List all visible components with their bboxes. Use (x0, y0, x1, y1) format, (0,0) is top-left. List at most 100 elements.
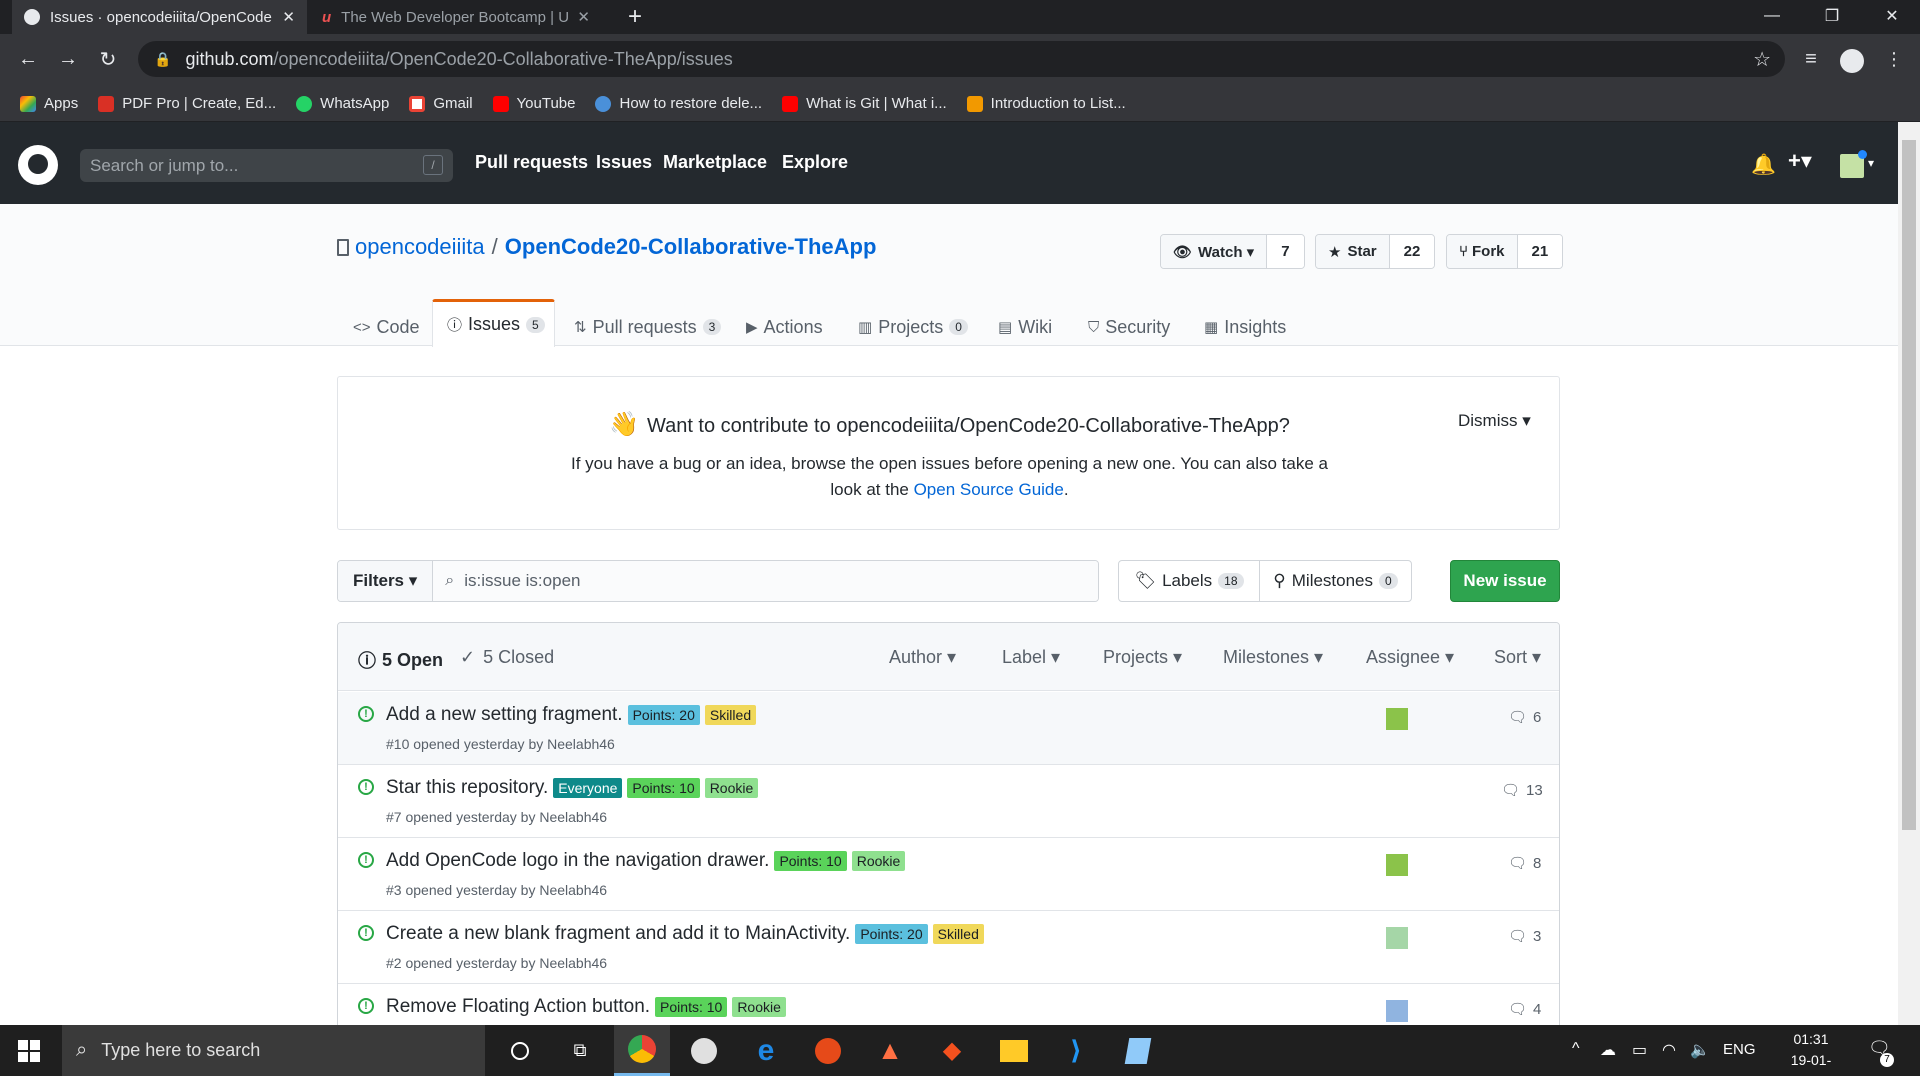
star-button[interactable]: ★ Star (1316, 235, 1390, 268)
bookmark-whatsapp[interactable]: WhatsApp (296, 95, 389, 112)
paint-icon[interactable] (676, 1025, 732, 1076)
tab-security[interactable]: ⛉ Security (1074, 308, 1184, 346)
issue-label[interactable]: Points: 20 (627, 705, 700, 725)
github-logo-icon[interactable] (18, 145, 58, 185)
create-new-button[interactable]: +▾ (1788, 148, 1812, 174)
issue-label[interactable]: Skilled (932, 924, 984, 944)
volume-icon[interactable]: 🔈 (1690, 1040, 1710, 1060)
watch-count[interactable]: 7 (1267, 235, 1304, 268)
assignee-avatar[interactable] (1386, 708, 1408, 730)
windows-start-icon[interactable] (18, 1040, 40, 1062)
tab-pull-requests[interactable]: ⇅ Pull requests 3 (560, 308, 735, 346)
tab-close-icon[interactable]: ✕ (577, 8, 590, 26)
tab-github-issues[interactable]: Issues · opencodeiiita/OpenCode ✕ (12, 0, 307, 34)
issue-title-link[interactable]: Create a new blank fragment and add it t… (386, 923, 850, 945)
nav-marketplace[interactable]: Marketplace (663, 152, 767, 173)
issue-label[interactable]: Rookie (704, 778, 759, 798)
repo-owner-link[interactable]: opencodeiiita (355, 234, 485, 260)
issue-title-link[interactable]: Star this repository. (386, 777, 548, 799)
issue-label[interactable]: Points: 20 (855, 924, 928, 944)
bookmark-pdf-pro[interactable]: PDF Pro | Create, Ed... (98, 95, 276, 112)
issue-label[interactable]: Skilled (704, 705, 757, 725)
star-count[interactable]: 22 (1389, 235, 1435, 268)
battery-icon[interactable]: ▭ (1632, 1040, 1647, 1060)
bookmark-star-icon[interactable]: ☆ (1753, 47, 1771, 72)
assignee-filter[interactable]: Assignee ▾ (1366, 647, 1454, 668)
bookmark-youtube[interactable]: YouTube (492, 95, 575, 112)
fork-count[interactable]: 21 (1517, 235, 1563, 268)
tab-wiki[interactable]: ▤ Wiki (984, 308, 1066, 346)
reading-list-icon[interactable]: ≡ (1795, 43, 1827, 75)
closed-issues-toggle[interactable]: ✓ 5 Closed (460, 647, 554, 668)
issue-label[interactable]: Everyone (553, 778, 623, 798)
new-tab-button[interactable]: + (620, 3, 650, 31)
fork-button[interactable]: ⑂ Fork (1447, 235, 1518, 268)
vscode-icon[interactable]: ⟩ (1048, 1025, 1104, 1076)
scrollbar-thumb[interactable] (1902, 140, 1916, 830)
forward-arrow-icon[interactable]: → (52, 43, 84, 75)
restore-button[interactable]: ❐ (1802, 0, 1862, 32)
file-explorer-icon[interactable] (986, 1025, 1042, 1076)
milestones-filter[interactable]: Milestones ▾ (1223, 647, 1323, 668)
issue-row[interactable]: ! Star this repository. Everyone Points: 1… (338, 765, 1559, 838)
projects-filter[interactable]: Projects ▾ (1103, 647, 1182, 668)
bookmark-gmail[interactable]: Gmail (409, 95, 473, 112)
chevron-up-icon[interactable]: ^ (1572, 1040, 1580, 1058)
notes-icon[interactable] (1110, 1025, 1166, 1076)
sort-filter[interactable]: Sort ▾ (1494, 647, 1541, 668)
wifi-icon[interactable]: ◠ (1662, 1040, 1676, 1060)
issue-row[interactable]: ! Add a new setting fragment. Points: 20 S… (338, 692, 1559, 765)
open-source-guide-link[interactable]: Open Source Guide (914, 480, 1064, 499)
assignee-avatar[interactable] (1386, 854, 1408, 876)
tab-issues[interactable]: ⓘ Issues 5 (432, 299, 555, 347)
edge-icon[interactable]: e (738, 1025, 794, 1076)
cortana-icon[interactable] (492, 1025, 548, 1076)
nav-issues[interactable]: Issues (596, 152, 652, 173)
reload-icon[interactable]: ↻ (92, 43, 124, 75)
comment-count[interactable]: 🗨 6 (1508, 708, 1541, 727)
matlab-icon[interactable]: ▲ (862, 1025, 918, 1076)
cloud-icon[interactable]: ☁ (1600, 1040, 1616, 1060)
clock[interactable]: 01:31 19-01-2020 (1776, 1029, 1846, 1076)
minimize-button[interactable]: — (1742, 0, 1802, 32)
postman-icon[interactable] (800, 1025, 856, 1076)
open-issues-toggle[interactable]: ⓘ 5 Open (358, 647, 443, 673)
assignee-avatar[interactable] (1386, 1000, 1408, 1022)
tab-insights[interactable]: ▦ Insights (1190, 308, 1300, 346)
comment-count[interactable]: 🗨 3 (1508, 927, 1541, 946)
watch-button[interactable]: 👁 Watch ▾ (1161, 235, 1268, 268)
window-close-button[interactable]: ✕ (1862, 0, 1920, 32)
issue-row[interactable]: ! Create a new blank fragment and add it… (338, 911, 1559, 984)
filters-button[interactable]: Filters ▾ (338, 561, 434, 601)
issue-label[interactable]: Rookie (851, 851, 906, 871)
tab-web-bootcamp[interactable]: u The Web Developer Bootcamp | U ✕ (310, 0, 602, 34)
search-input[interactable]: Search or jump to... / (80, 149, 453, 182)
chrome-icon[interactable] (614, 1025, 670, 1076)
language-indicator[interactable]: ENG (1723, 1041, 1756, 1058)
label-filter[interactable]: Label ▾ (1002, 647, 1060, 668)
tab-code[interactable]: <> Code (339, 308, 434, 346)
issue-label[interactable]: Points: 10 (655, 997, 728, 1017)
caret-down-icon[interactable]: ▾ (1868, 156, 1874, 170)
new-issue-button[interactable]: New issue (1450, 560, 1560, 602)
nav-explore[interactable]: Explore (782, 152, 848, 173)
back-arrow-icon[interactable]: ← (12, 43, 44, 75)
browser-menu-icon[interactable]: ⋮ (1878, 43, 1910, 75)
bell-icon[interactable]: 🔔 (1751, 152, 1776, 177)
nav-pull-requests[interactable]: Pull requests (475, 152, 588, 173)
bookmark-git[interactable]: What is Git | What i... (782, 95, 947, 112)
comment-count[interactable]: 🗨 4 (1508, 1000, 1541, 1019)
issue-label[interactable]: Rookie (732, 997, 786, 1017)
bookmark-lists[interactable]: Introduction to List... (966, 95, 1126, 112)
tab-actions[interactable]: ▶ Actions (732, 308, 837, 346)
issue-title-link[interactable]: Add OpenCode logo in the navigation draw… (386, 850, 769, 872)
tab-projects[interactable]: ▥ Projects 0 (844, 308, 982, 346)
milestones-button[interactable]: ⚲ Milestones 0 (1260, 561, 1411, 601)
page-scrollbar[interactable] (1898, 122, 1920, 1025)
issue-row[interactable]: ! Add OpenCode logo in the navigation dr… (338, 838, 1559, 911)
task-view-icon[interactable]: ⧉ (552, 1025, 608, 1076)
address-bar[interactable]: 🔒 github.com/opencodeiiita/OpenCode20-Co… (138, 41, 1785, 77)
comment-count[interactable]: 🗨 8 (1508, 854, 1541, 873)
git-icon[interactable]: ◆ (924, 1025, 980, 1076)
taskbar-search-box[interactable]: ⌕ Type here to search (62, 1025, 485, 1076)
